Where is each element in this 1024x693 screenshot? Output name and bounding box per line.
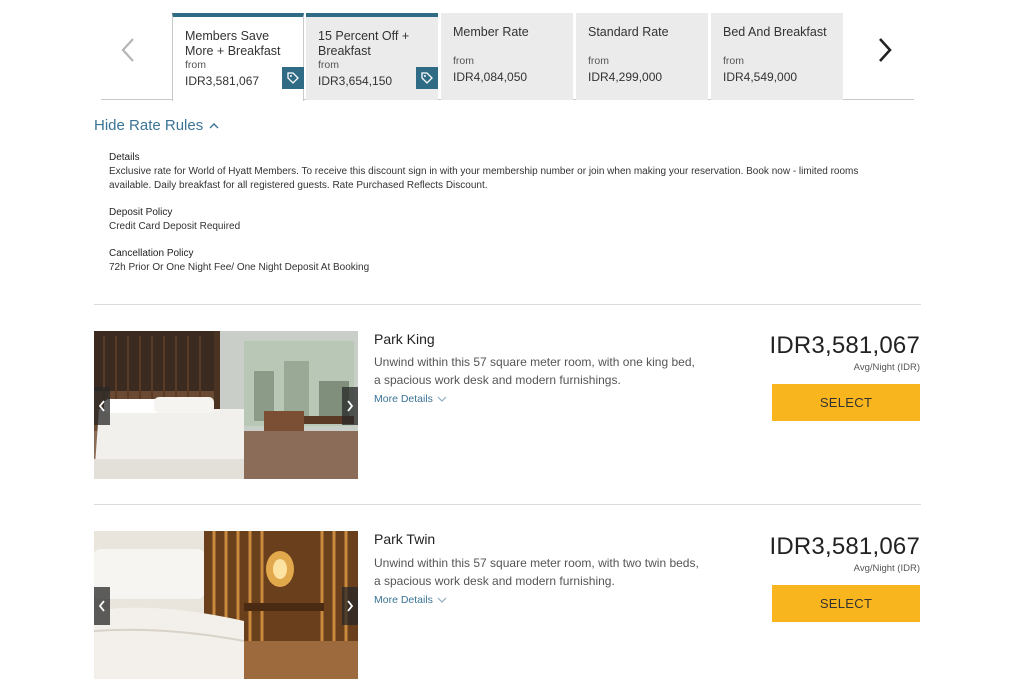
rate-tab-price: IDR4,299,000 xyxy=(588,70,663,84)
rate-tab-name: Bed And Breakfast xyxy=(723,25,827,39)
rate-tab-from: from xyxy=(723,55,744,67)
select-room-button[interactable]: SELECT xyxy=(772,384,920,421)
room-description: Unwind within this 57 square meter room,… xyxy=(374,355,695,387)
rate-tab-from: from xyxy=(453,55,474,67)
price-tag-icon xyxy=(416,67,438,89)
room-name: Park Twin xyxy=(374,531,436,547)
deposit-policy-heading: Deposit Policy xyxy=(109,207,173,218)
next-rates-button[interactable] xyxy=(870,33,900,67)
room-price: IDR3,581,067 xyxy=(769,332,920,359)
rate-tab-name: Member Rate xyxy=(453,25,529,39)
room-price: IDR3,581,067 xyxy=(769,533,920,560)
select-room-button[interactable]: SELECT xyxy=(772,585,920,622)
chevron-left-icon xyxy=(98,600,105,612)
price-note: Avg/Night (IDR) xyxy=(853,362,920,373)
room-photo-park-king xyxy=(94,331,358,479)
room-photo-park-twin xyxy=(94,531,358,679)
rate-tab-price: IDR3,581,067 xyxy=(185,74,260,88)
details-text: Exclusive rate for World of Hyatt Member… xyxy=(109,166,859,191)
chevron-down-icon xyxy=(437,597,447,603)
rate-tab-name: 15 Percent Off + Breakfast xyxy=(318,29,410,58)
rate-tab-price: IDR4,084,050 xyxy=(453,70,528,84)
cancellation-policy-heading: Cancellation Policy xyxy=(109,248,194,259)
chevron-up-icon xyxy=(209,123,219,129)
more-details-link[interactable]: More Details xyxy=(374,393,447,405)
rate-tab-bed-and-breakfast[interactable]: Bed And Breakfast from IDR4,549,000 xyxy=(711,13,843,100)
rate-tab-members-save-more[interactable]: Members Save More + Breakfast from IDR3,… xyxy=(172,13,304,101)
previous-photo-button[interactable] xyxy=(94,587,110,625)
rate-tab-price: IDR3,654,150 xyxy=(318,74,393,88)
section-divider xyxy=(94,304,921,305)
rate-details-section: Details Exclusive rate for World of Hyat… xyxy=(109,151,899,193)
rate-tab-from: from xyxy=(185,59,206,71)
chevron-left-icon xyxy=(98,400,105,412)
rate-tab-standard-rate[interactable]: Standard Rate from IDR4,299,000 xyxy=(576,13,708,100)
hide-rate-rules-label: Hide Rate Rules xyxy=(94,117,204,134)
chevron-right-icon xyxy=(347,400,354,412)
rate-tab-member-rate[interactable]: Member Rate from IDR4,084,050 xyxy=(441,13,573,100)
room-name: Park King xyxy=(374,331,435,347)
deposit-policy-section: Deposit Policy Credit Card Deposit Requi… xyxy=(109,206,899,234)
rate-tab-price: IDR4,549,000 xyxy=(723,70,798,84)
room-photo-illustration xyxy=(94,531,358,679)
next-photo-button[interactable] xyxy=(342,387,358,425)
cancellation-policy-text: 72h Prior Or One Night Fee/ One Night De… xyxy=(109,262,370,273)
deposit-policy-text: Credit Card Deposit Required xyxy=(109,221,241,232)
previous-photo-button[interactable] xyxy=(94,387,110,425)
previous-rates-button[interactable] xyxy=(113,33,143,67)
rate-tab-15-percent-off[interactable]: 15 Percent Off + Breakfast from IDR3,654… xyxy=(306,13,438,100)
more-details-link[interactable]: More Details xyxy=(374,594,447,606)
section-divider xyxy=(94,504,921,505)
room-description: Unwind within this 57 square meter room,… xyxy=(374,556,699,588)
chevron-right-icon xyxy=(879,38,892,62)
more-details-label: More Details xyxy=(374,594,433,606)
rate-tabs-carousel: Members Save More + Breakfast from IDR3,… xyxy=(101,0,914,101)
hide-rate-rules-toggle[interactable]: Hide Rate Rules xyxy=(94,117,219,134)
rate-tab-name: Standard Rate xyxy=(588,25,669,39)
chevron-down-icon xyxy=(437,396,447,402)
rate-tab-from: from xyxy=(588,55,609,67)
rate-tab-from: from xyxy=(318,59,339,71)
more-details-label: More Details xyxy=(374,393,433,405)
chevron-left-icon xyxy=(121,38,134,62)
cancellation-policy-section: Cancellation Policy 72h Prior Or One Nig… xyxy=(109,247,899,275)
details-heading: Details xyxy=(109,152,140,163)
price-tag-icon xyxy=(282,67,304,89)
chevron-right-icon xyxy=(347,600,354,612)
price-note: Avg/Night (IDR) xyxy=(853,563,920,574)
room-photo-illustration xyxy=(94,331,358,479)
rate-tab-name: Members Save More + Breakfast xyxy=(185,29,281,58)
next-photo-button[interactable] xyxy=(342,587,358,625)
